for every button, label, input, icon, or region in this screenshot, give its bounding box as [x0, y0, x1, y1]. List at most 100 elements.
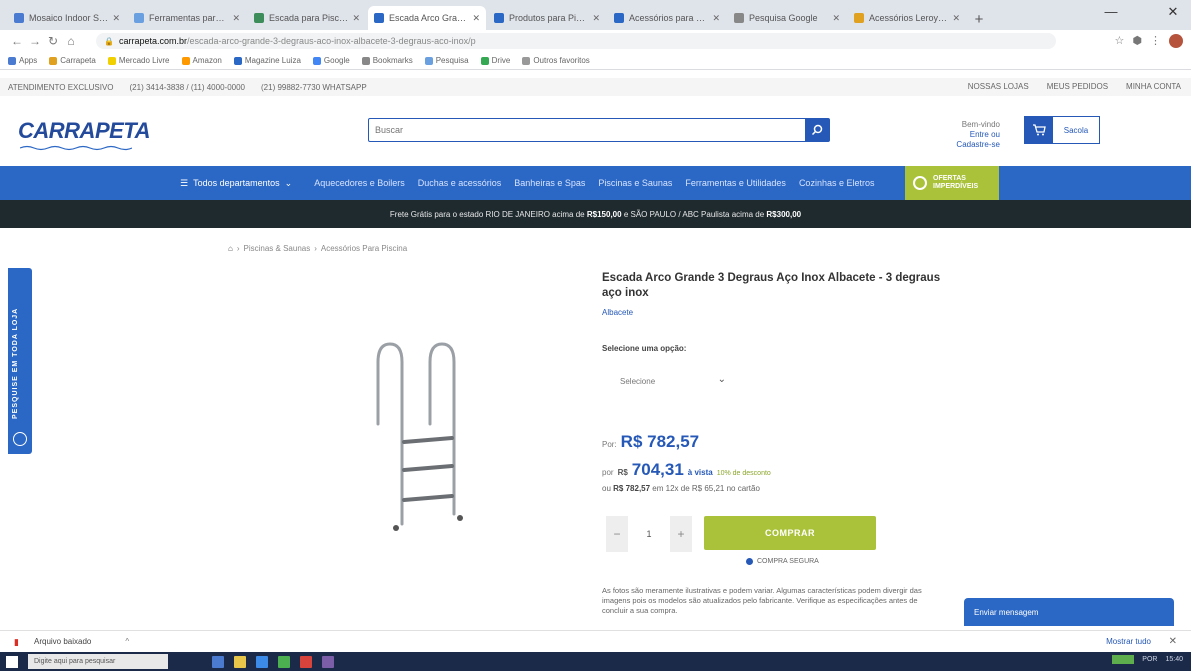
address-bar[interactable]: 🔒 carrapeta.com.br /escada-arco-grande-3…: [96, 33, 1056, 49]
category-link[interactable]: Banheiras e Spas: [514, 178, 585, 188]
qty-decrease-button[interactable]: −: [606, 516, 628, 552]
bookmark-item[interactable]: Bookmarks: [361, 56, 413, 65]
minimize-button[interactable]: —: [1098, 4, 1124, 19]
category-link[interactable]: Cozinhas e Eletros: [799, 178, 875, 188]
start-icon[interactable]: [6, 655, 18, 668]
category-link[interactable]: Piscinas e Saunas: [598, 178, 672, 188]
close-tab-icon[interactable]: ✕: [352, 13, 360, 24]
bookmark-item[interactable]: Drive: [480, 56, 510, 65]
close-tab-icon[interactable]: ✕: [712, 13, 720, 24]
bookmark-item[interactable]: Apps: [8, 56, 37, 65]
forward-icon[interactable]: →: [26, 34, 44, 48]
reload-icon[interactable]: ↻: [44, 34, 62, 48]
side-search-tab[interactable]: PESQUISE EM TODA LOJA: [8, 268, 32, 454]
qty-increase-button[interactable]: +: [670, 516, 692, 552]
profile-avatar[interactable]: [1169, 34, 1183, 48]
tray-clock[interactable]: 15:40: [1165, 656, 1183, 663]
info-attendance: ATENDIMENTO EXCLUSIVO: [8, 82, 114, 92]
search-button[interactable]: [805, 119, 829, 141]
favicon-icon: [14, 13, 24, 23]
bookmark-item[interactable]: Pesquisa: [424, 56, 469, 65]
product-brand[interactable]: Albacete: [602, 308, 633, 317]
breadcrumb-item[interactable]: Piscinas & Saunas: [244, 244, 311, 253]
favicon-icon: [494, 13, 504, 23]
url-path: /escada-arco-grande-3-degraus-aco-inox-a…: [187, 36, 476, 46]
taskbar-app-icon[interactable]: [256, 655, 268, 668]
close-tab-icon[interactable]: ✕: [592, 13, 600, 24]
close-tab-icon[interactable]: ✕: [952, 13, 960, 24]
installments-pre: ou: [602, 484, 611, 493]
taskbar-app-icon[interactable]: [322, 655, 334, 668]
browser-tab[interactable]: Acessórios para Piscinas✕: [608, 6, 726, 30]
bookmark-item[interactable]: Outros favoritos: [522, 56, 590, 65]
close-download-bar-button[interactable]: ✕: [1169, 636, 1177, 647]
browser-tab[interactable]: Escada Arco Grande 3 Degraus ✕: [368, 6, 486, 30]
cash-discount: 10% de desconto: [716, 470, 771, 477]
cart-button[interactable]: Sacola: [1024, 116, 1100, 144]
price-prefix: Por:: [602, 440, 617, 449]
close-tab-icon[interactable]: ✕: [112, 13, 120, 24]
taskbar-app-icon[interactable]: [278, 655, 290, 668]
category-link[interactable]: Duchas e acessórios: [418, 178, 502, 188]
bookmark-icon: [361, 56, 370, 65]
orders-link[interactable]: MEUS PEDIDOS: [1047, 82, 1108, 91]
bookmark-item[interactable]: Google: [312, 56, 350, 65]
account-widget[interactable]: Bem-vindo Entre ou Cadastre-se: [940, 120, 1000, 150]
browser-tab[interactable]: Mosaico Indoor Sense ✕: [8, 6, 126, 30]
chat-widget-button[interactable]: Enviar mensagem: [964, 598, 1174, 626]
menu-icon[interactable]: ⋮: [1150, 34, 1161, 48]
download-item[interactable]: Arquivo baixado: [34, 637, 91, 646]
login-link[interactable]: Entre ou Cadastre-se: [940, 130, 1000, 150]
close-tab-icon[interactable]: ✕: [832, 13, 840, 24]
site-header: CARRAPETA Bem-vindo Entre ou Cadastre-se…: [0, 98, 1191, 164]
info-phone[interactable]: (21) 3414-3838 / (11) 4000-0000: [130, 83, 246, 92]
browser-tab[interactable]: Escada para Piscina ✕: [248, 6, 366, 30]
variant-select[interactable]: Selecione ⌄: [602, 366, 738, 396]
stores-link[interactable]: NOSSAS LOJAS: [968, 82, 1029, 91]
all-departments-menu[interactable]: ☰ Todos departamentos ⌄: [180, 178, 292, 189]
extension-icon[interactable]: ⬢: [1132, 34, 1142, 48]
category-link[interactable]: Aquecedores e Boilers: [314, 178, 405, 188]
category-link[interactable]: Ferramentas e Utilidades: [685, 178, 786, 188]
bookmark-item[interactable]: Amazon: [181, 56, 222, 65]
bookmark-item[interactable]: Carrapeta: [49, 56, 96, 65]
breadcrumb-item[interactable]: Acessórios Para Piscina: [321, 244, 407, 253]
cash-suffix: à vista: [687, 468, 713, 477]
product-image[interactable]: [368, 338, 476, 538]
lock-icon: 🔒: [104, 36, 114, 46]
site-logo[interactable]: CARRAPETA: [18, 118, 150, 144]
home-icon[interactable]: ⌂: [228, 244, 233, 253]
browser-tab[interactable]: Acessórios Leroy Merlin✕: [848, 6, 966, 30]
chevron-up-icon[interactable]: ^: [125, 637, 129, 646]
side-search-label: PESQUISE EM TODA LOJA: [12, 307, 19, 419]
info-whatsapp[interactable]: (21) 99882-7730 WHATSAPP: [261, 83, 367, 92]
account-link[interactable]: MINHA CONTA: [1126, 82, 1181, 91]
bookmark-label: Carrapeta: [60, 56, 96, 65]
bookmark-label: Google: [323, 56, 350, 65]
buy-button[interactable]: COMPRAR: [704, 516, 876, 550]
home-icon[interactable]: ⌂: [62, 34, 80, 48]
search-input[interactable]: [369, 119, 789, 141]
new-tab-button[interactable]: +: [968, 8, 990, 30]
close-window-button[interactable]: ✕: [1160, 4, 1186, 20]
browser-tab[interactable]: Produtos para Piscina ✕: [488, 6, 606, 30]
tray-language[interactable]: POR: [1142, 656, 1157, 663]
bookmark-item[interactable]: Mercado Livre: [107, 56, 170, 65]
qty-value[interactable]: 1: [628, 529, 670, 539]
taskbar-app-icon[interactable]: [234, 655, 246, 668]
bookmark-item[interactable]: Magazine Luiza: [233, 56, 301, 65]
bookmark-icon: [181, 56, 190, 65]
tab-label: Produtos para Piscina: [509, 13, 589, 23]
browser-tab[interactable]: Pesquisa Google ✕: [728, 6, 846, 30]
star-icon[interactable]: ☆: [1115, 34, 1125, 48]
taskbar-app-icon[interactable]: [300, 655, 312, 668]
offers-button[interactable]: OFERTAS IMPERDÍVEIS: [905, 166, 999, 200]
taskbar-search[interactable]: Digite aqui para pesquisar: [28, 654, 168, 669]
browser-tab[interactable]: Ferramentas para Piscina✕: [128, 6, 246, 30]
taskbar-app-icon[interactable]: [212, 655, 224, 668]
close-tab-icon[interactable]: ✕: [472, 13, 480, 24]
close-tab-icon[interactable]: ✕: [232, 13, 240, 24]
battery-icon[interactable]: [1112, 655, 1135, 664]
back-icon[interactable]: ←: [8, 34, 26, 48]
show-all-link[interactable]: Mostrar tudo: [1106, 637, 1151, 646]
